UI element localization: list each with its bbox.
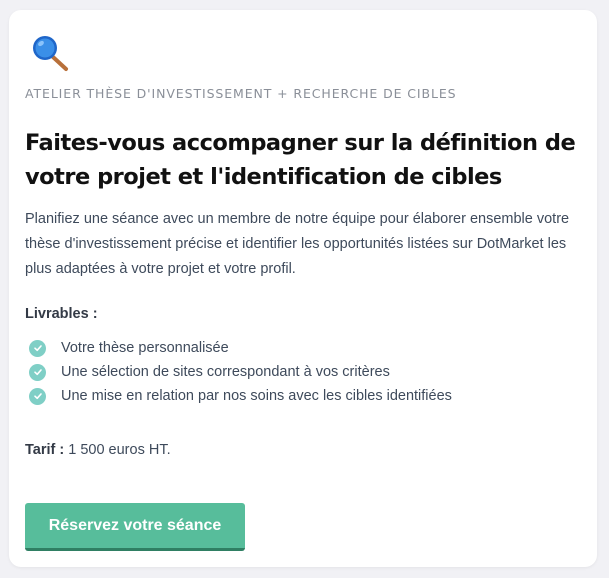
price-label: Tarif :: [25, 442, 65, 458]
deliverable-text: Votre thèse personnalisée: [61, 340, 229, 356]
check-circle-icon: [29, 387, 46, 405]
card-description: Planifiez une séance avec un membre de n…: [25, 211, 570, 277]
list-item: Une sélection de sites correspondant à v…: [25, 360, 452, 384]
price-value: 1 500 euros HT.: [68, 442, 171, 458]
deliverable-text: Une sélection de sites correspondant à v…: [61, 364, 390, 380]
list-item: Une mise en relation par nos soins avec …: [25, 384, 452, 408]
service-card: ATELIER THÈSE D'INVESTISSEMENT + RECHERC…: [9, 10, 597, 567]
check-circle-icon: [29, 363, 46, 381]
list-item: Votre thèse personnalisée: [25, 336, 452, 360]
book-session-button[interactable]: Réservez votre séance: [25, 503, 245, 551]
deliverables-label: Livrables :: [25, 306, 98, 322]
magnifying-glass-icon: [31, 34, 71, 74]
card-title: Faites-vous accompagner sur la définitio…: [25, 130, 576, 190]
check-circle-icon: [29, 339, 46, 357]
deliverables-list: Votre thèse personnalisée Une sélection …: [25, 336, 452, 408]
price-line: Tarif : 1 500 euros HT.: [25, 442, 171, 458]
deliverable-text: Une mise en relation par nos soins avec …: [61, 388, 452, 404]
section-eyebrow: ATELIER THÈSE D'INVESTISSEMENT + RECHERC…: [25, 86, 457, 101]
